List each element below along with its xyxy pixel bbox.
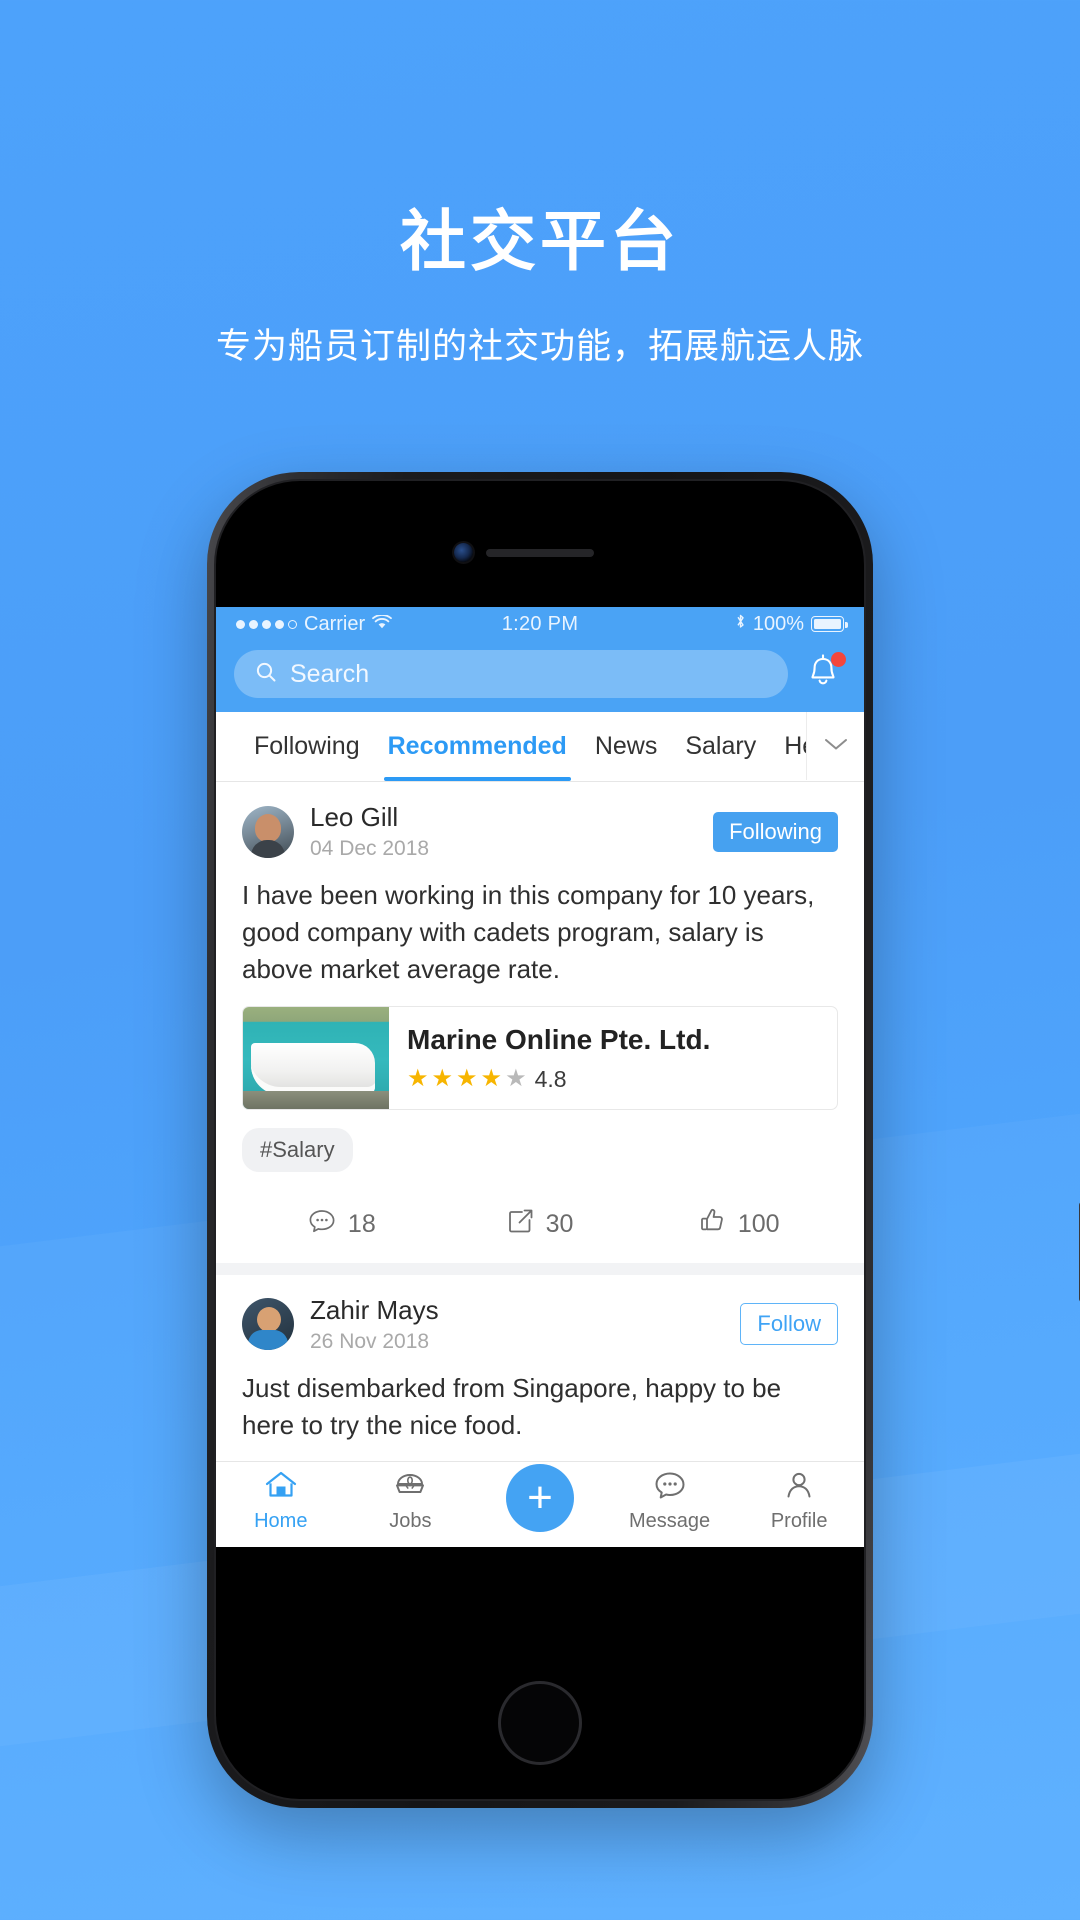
post-tag[interactable]: #Salary	[242, 1127, 353, 1172]
nav-item-home[interactable]: Home	[226, 1470, 336, 1533]
post-item[interactable]: Leo Gill 04 Dec 2018 Following I have be…	[216, 782, 864, 1263]
post-header: Leo Gill 04 Dec 2018 Following	[242, 802, 838, 861]
nav-label: Jobs	[389, 1510, 432, 1532]
search-placeholder: Search	[290, 659, 370, 688]
post-date: 04 Dec 2018	[310, 837, 430, 861]
app-screen: Carrier 1:20 PM 100% Search Following Re…	[216, 607, 864, 1547]
nav-item-profile[interactable]: Profile	[744, 1470, 854, 1533]
post-body-text: Just disembarked from Singapore, happy t…	[242, 1372, 782, 1440]
rating-value: 4.8	[534, 1065, 567, 1092]
page-subtitle: 专为船员订制的社交功能，拓展航运人脉	[215, 327, 864, 366]
avatar[interactable]	[242, 1298, 294, 1351]
bluetooth-icon	[735, 613, 746, 636]
home-button[interactable]	[498, 1681, 582, 1765]
linked-entity-card[interactable]: Marine Online Pte. Ltd. ★ ★ ★ ★ ★ 4.8	[242, 1005, 838, 1110]
battery-full-icon	[811, 616, 848, 632]
post-body-text: I have been working in this company for …	[242, 880, 815, 984]
comment-count: 18	[347, 1209, 376, 1238]
status-bar-left: Carrier	[236, 613, 502, 636]
plus-icon[interactable]: +	[505, 1464, 574, 1532]
tabs-expand-button[interactable]	[806, 712, 864, 780]
hero-section: 社交平台 专为船员订制的社交功能，拓展航运人脉	[0, 0, 1080, 369]
post-header: Zahir Mays 26 Nov 2018 Follow	[242, 1295, 838, 1354]
status-bar-clock: 1:20 PM	[501, 612, 579, 635]
tab-label: Recommended	[387, 732, 567, 760]
bell-icon	[804, 654, 842, 696]
post-date: 26 Nov 2018	[310, 1329, 430, 1353]
notifications-button[interactable]	[804, 652, 846, 696]
battery-percent-label: 100%	[752, 612, 804, 635]
share-count: 30	[545, 1209, 574, 1238]
home-icon	[264, 1470, 298, 1505]
post-feed[interactable]: Leo Gill 04 Dec 2018 Following I have be…	[216, 782, 864, 1461]
share-action[interactable]: 30	[441, 1206, 640, 1243]
jobs-cap-icon	[393, 1470, 427, 1505]
nav-item-message[interactable]: Message	[615, 1470, 725, 1533]
person-icon	[782, 1470, 816, 1505]
tab-following[interactable]: Following	[240, 712, 374, 781]
search-header: Search	[216, 641, 864, 712]
thumbs-up-icon	[698, 1206, 727, 1242]
entity-rating: ★ ★ ★ ★ ★ 4.8	[407, 1066, 819, 1093]
post-item[interactable]: Zahir Mays 26 Nov 2018 Follow Just disem…	[216, 1274, 864, 1461]
message-bubble-icon	[653, 1470, 687, 1505]
tab-label: Salary	[685, 732, 757, 760]
signal-strength-icon	[236, 619, 297, 629]
notification-badge	[831, 652, 846, 667]
post-actions: 18 30 100	[242, 1188, 838, 1263]
search-icon	[254, 660, 278, 689]
create-post-button[interactable]: +	[485, 1464, 595, 1532]
entity-title: Marine Online Pte. Ltd.	[407, 1023, 711, 1055]
phone-body: Carrier 1:20 PM 100% Search Following Re…	[214, 479, 866, 1801]
tab-salary[interactable]: Salary	[671, 712, 770, 781]
search-input[interactable]: Search	[234, 650, 788, 698]
nav-label: Profile	[770, 1510, 828, 1532]
star-rating-icons: ★ ★ ★ ★ ★	[407, 1065, 527, 1092]
carrier-label: Carrier	[304, 612, 366, 635]
front-camera	[454, 543, 473, 562]
status-bar-right: 100%	[578, 612, 848, 636]
tab-recommended[interactable]: Recommended	[374, 712, 581, 781]
page-title: 社交平台	[400, 204, 680, 278]
comment-action[interactable]: 18	[242, 1206, 441, 1243]
nav-label: Message	[629, 1510, 711, 1532]
like-action[interactable]: 100	[639, 1206, 838, 1243]
post-author-name: Zahir Mays	[310, 1294, 439, 1325]
post-author-block: Zahir Mays 26 Nov 2018	[310, 1295, 724, 1354]
avatar[interactable]	[242, 805, 294, 858]
tab-label: Following	[254, 732, 360, 760]
earpiece-speaker	[486, 549, 594, 557]
phone-mockup: Carrier 1:20 PM 100% Search Following Re…	[207, 472, 1080, 1808]
post-tags: #Salary	[242, 1127, 838, 1172]
follow-button[interactable]: Following	[713, 811, 838, 852]
share-icon	[507, 1207, 535, 1242]
entity-thumbnail	[243, 1006, 389, 1109]
like-count: 100	[737, 1209, 780, 1238]
wifi-icon	[372, 613, 393, 636]
bottom-navigation: Home Jobs + Message Profile	[216, 1461, 864, 1547]
post-author-name: Leo Gill	[310, 802, 399, 832]
category-tabs: Following Recommended News Salary He	[216, 712, 864, 782]
tab-news[interactable]: News	[581, 712, 672, 781]
nav-label: Home	[254, 1510, 308, 1532]
chevron-down-icon	[823, 736, 849, 757]
tab-label: News	[594, 732, 658, 760]
post-author-block: Leo Gill 04 Dec 2018	[310, 802, 697, 861]
nav-item-jobs[interactable]: Jobs	[355, 1470, 465, 1533]
entity-info: Marine Online Pte. Ltd. ★ ★ ★ ★ ★ 4.8	[389, 1007, 837, 1109]
follow-button[interactable]: Follow	[740, 1303, 838, 1346]
comment-icon	[307, 1206, 337, 1243]
status-bar: Carrier 1:20 PM 100%	[216, 607, 864, 641]
